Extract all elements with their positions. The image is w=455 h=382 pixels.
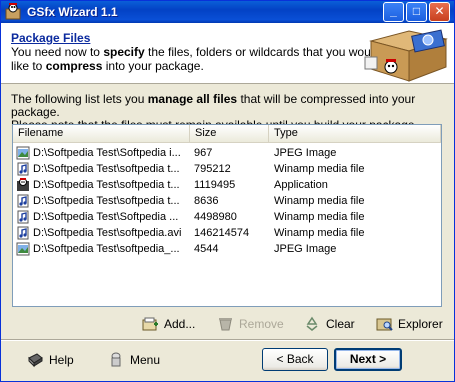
remove-button[interactable]: Remove — [217, 313, 284, 335]
column-type[interactable]: Type — [269, 125, 441, 142]
column-size[interactable]: Size — [190, 125, 269, 142]
file-name: D:\Softpedia Test\softpedia_... — [33, 243, 180, 255]
file-size: 4498980 — [194, 211, 237, 223]
file-name: D:\Softpedia Test\softpedia t... — [33, 195, 180, 207]
file-type: Winamp media file — [274, 227, 365, 239]
recycle-icon — [306, 316, 318, 331]
menu-icon — [111, 352, 121, 367]
window-title: GSfx Wizard 1.1 — [27, 5, 118, 19]
wizard-header: Package Files You need now to specify th… — [1, 23, 454, 84]
list-header: Filename Size Type — [13, 125, 441, 143]
file-size: 4544 — [194, 243, 219, 255]
next-button[interactable]: Next > — [334, 348, 402, 371]
remove-icon — [219, 318, 232, 331]
explorer-icon — [376, 318, 393, 331]
media-file-icon — [17, 162, 29, 176]
file-name: D:\Softpedia Test\softpedia t... — [33, 179, 180, 191]
page-description: You need now to specify the files, folde… — [11, 45, 381, 73]
menu-button[interactable]: Menu — [108, 349, 163, 371]
file-type: Winamp media file — [274, 211, 365, 223]
media-file-icon — [17, 226, 29, 240]
minimize-button[interactable]: _ — [383, 2, 404, 22]
add-button[interactable]: Add... — [142, 313, 202, 335]
file-list[interactable]: Filename Size Type D:\Softpedia Test\Sof… — [12, 124, 442, 307]
page-title: Package Files — [11, 31, 91, 45]
add-files-icon — [142, 317, 158, 331]
media-file-icon — [17, 194, 29, 208]
file-type: JPEG Image — [274, 147, 337, 159]
file-name: D:\Softpedia Test\softpedia t... — [33, 163, 180, 175]
file-size: 967 — [194, 147, 213, 159]
table-row[interactable]: D:\Softpedia Test\softpedia_... 4544 JPE… — [13, 241, 441, 257]
title-bar[interactable]: GSfx Wizard 1.1 _ □ ✕ — [1, 1, 454, 23]
image-file-icon — [16, 242, 30, 256]
file-size: 146214574 — [194, 227, 250, 239]
file-name: D:\Softpedia Test\Softpedia i... — [33, 147, 181, 159]
wizard-window: GSfx Wizard 1.1 _ □ ✕ Package Files You … — [0, 0, 455, 382]
clear-button[interactable]: Clear — [304, 313, 359, 335]
table-row[interactable]: D:\Softpedia Test\Softpedia ... 4498980 … — [13, 209, 441, 225]
file-name: D:\Softpedia Test\Softpedia ... — [33, 211, 179, 223]
image-file-icon — [16, 146, 30, 160]
help-button[interactable]: Help — [27, 349, 77, 371]
table-row[interactable]: D:\Softpedia Test\softpedia.avi 14621457… — [13, 225, 441, 241]
file-name: D:\Softpedia Test\softpedia.avi — [33, 227, 182, 239]
close-button[interactable]: ✕ — [429, 2, 450, 22]
back-button[interactable]: < Back — [262, 348, 328, 371]
file-type: Winamp media file — [274, 195, 365, 207]
app-icon — [5, 3, 21, 20]
maximize-button[interactable]: □ — [406, 2, 427, 22]
help-book-icon — [28, 353, 43, 368]
table-row[interactable]: D:\Softpedia Test\softpedia t... 1119495… — [13, 177, 441, 193]
table-row[interactable]: D:\Softpedia Test\Softpedia i... 967 JPE… — [13, 145, 441, 161]
media-file-icon — [17, 210, 29, 224]
file-size: 1119495 — [194, 179, 236, 191]
table-row[interactable]: D:\Softpedia Test\softpedia t... 795212 … — [13, 161, 441, 177]
file-size: 795212 — [194, 163, 231, 175]
table-row[interactable]: D:\Softpedia Test\softpedia t... 8636 Wi… — [13, 193, 441, 209]
application-file-icon — [17, 178, 29, 191]
file-type: Application — [274, 179, 328, 191]
column-filename[interactable]: Filename — [13, 125, 190, 142]
file-type: JPEG Image — [274, 243, 337, 255]
file-type: Winamp media file — [274, 163, 365, 175]
package-illustration-icon — [364, 29, 448, 82]
footer-separator — [1, 339, 454, 341]
file-size: 8636 — [194, 195, 219, 207]
explorer-button[interactable]: Explorer — [376, 313, 444, 335]
